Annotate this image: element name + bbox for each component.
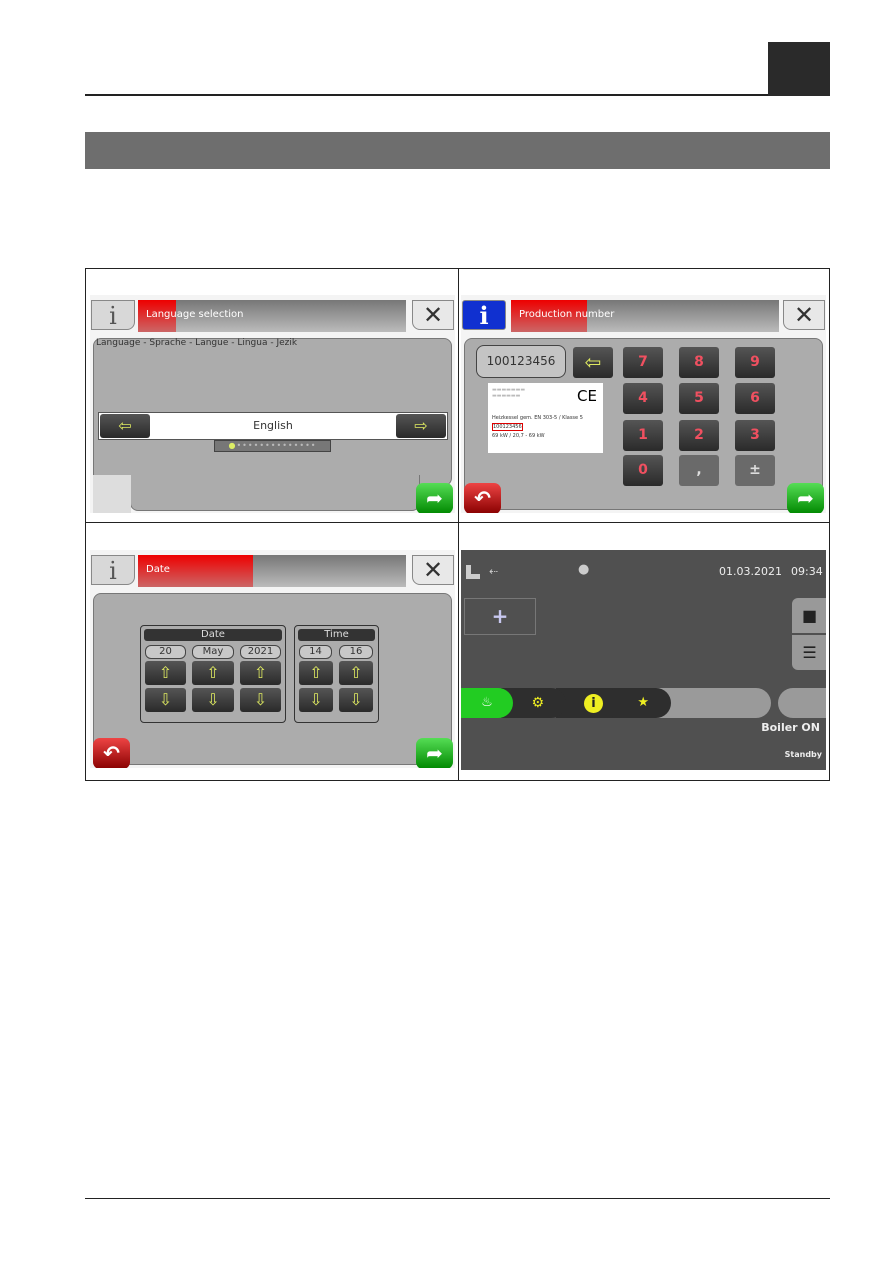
boiler-substatus: Standby [784, 750, 822, 759]
home-screen: ⇠ ● 01.03.2021 09:34 + ■ ☰ ★ i ⚙ ♨ Boile… [461, 550, 826, 770]
arrow-down-icon[interactable]: ⇩ [145, 688, 186, 712]
close-icon[interactable]: ✕ [783, 300, 825, 330]
date-label: Date [144, 629, 282, 641]
keypad-key[interactable]: 7 [623, 347, 663, 378]
arrow-up-icon[interactable]: ⇧ [192, 661, 234, 685]
keypad-key[interactable]: , [679, 455, 719, 486]
production-screen: i Production number ✕ 100123456 ⇦ 789 456… [461, 295, 826, 513]
back-button[interactable]: ↶ [464, 483, 501, 513]
info-icon[interactable]: i [91, 300, 135, 330]
arrow-up-icon[interactable]: ⇧ [299, 661, 333, 685]
arrow-down-icon[interactable]: ⇩ [299, 688, 333, 712]
keypad-key[interactable]: 6 [735, 383, 775, 414]
header-rule [85, 94, 830, 96]
briefcase-icon[interactable]: ■ [792, 598, 826, 633]
keypad-key[interactable]: ± [735, 455, 775, 486]
arrow-up-icon[interactable]: ⇧ [240, 661, 281, 685]
language-value: English [253, 419, 293, 432]
keypad-key[interactable]: 8 [679, 347, 719, 378]
production-number-highlight: 100123456 [492, 423, 523, 431]
home-time: 09:34 [791, 565, 823, 578]
info-icon[interactable]: i [91, 555, 135, 585]
arrow-up-icon[interactable]: ⇧ [145, 661, 186, 685]
info-icon: i [584, 694, 603, 713]
confirm-button[interactable]: ➦ [416, 738, 453, 768]
boiler-status: Boiler ON [761, 721, 820, 734]
confirm-button[interactable]: ➦ [787, 483, 824, 513]
month-field[interactable]: May [192, 645, 234, 659]
year-field[interactable]: 2021 [240, 645, 281, 659]
footer-rule [85, 1198, 830, 1199]
time-label: Time [298, 629, 375, 641]
keypad-key[interactable]: 1 [623, 420, 663, 451]
keypad-key[interactable]: 0 [623, 455, 663, 486]
keypad-key[interactable]: 2 [679, 420, 719, 451]
favourites-icon: ★ [637, 695, 649, 710]
backspace-icon[interactable]: ⇦ [573, 347, 613, 378]
section-bar [85, 132, 830, 169]
back-button[interactable]: ↶ [93, 738, 130, 768]
close-icon[interactable]: ✕ [412, 555, 454, 585]
keypad-key[interactable]: 9 [735, 347, 775, 378]
chimney-sweep-icon[interactable]: ☰ [792, 635, 826, 670]
info-icon[interactable]: i [462, 300, 506, 330]
day-field[interactable]: 20 [145, 645, 186, 659]
keypad-key[interactable]: 4 [623, 383, 663, 414]
keypad-key[interactable]: 3 [735, 420, 775, 451]
close-icon[interactable]: ✕ [412, 300, 454, 330]
usb-icon: ⇠ [489, 565, 499, 578]
network-icon [466, 565, 480, 579]
keypad-key[interactable]: 5 [679, 383, 719, 414]
language-selector: ⇦ English ⇨ [98, 412, 448, 440]
date-screen: i Date ✕ Date Time 20 May 2021 14 16 ⇧ ⇩ ⇧… [90, 550, 455, 768]
confirm-button[interactable]: ➦ [416, 483, 453, 513]
user-icon: ● [578, 562, 590, 577]
gears-icon: ⚙ [531, 695, 544, 711]
home-date: 01.03.2021 [719, 565, 782, 578]
page-dots: ●•••••••••••••• [214, 440, 331, 452]
tab-heating[interactable]: ♨ [461, 688, 513, 718]
screen-title: Date [146, 564, 170, 575]
arrow-down-icon[interactable]: ⇩ [240, 688, 281, 712]
arrow-down-icon[interactable]: ⇩ [192, 688, 234, 712]
production-number-field[interactable]: 100123456 [476, 345, 566, 378]
hour-field[interactable]: 14 [299, 645, 332, 659]
type-plate-image: ▬▬▬▬▬▬▬ ▬▬▬▬▬▬ CE Heizkessel gem. EN 303-… [488, 383, 603, 453]
screen-title: Production number [519, 309, 615, 320]
chapter-tab [768, 42, 830, 96]
arrow-up-icon[interactable]: ⇧ [339, 661, 373, 685]
language-prompt: Language - Sprache - Langue - Lingua - J… [96, 338, 298, 348]
add-widget-button[interactable]: + [464, 598, 536, 635]
arrow-down-icon[interactable]: ⇩ [339, 688, 373, 712]
screen-title: Language selection [146, 309, 244, 320]
language-screen: i Language selection ✕ Language - Sprach… [90, 295, 455, 513]
boiler-icon: ♨ [481, 695, 493, 710]
minute-field[interactable]: 16 [339, 645, 373, 659]
